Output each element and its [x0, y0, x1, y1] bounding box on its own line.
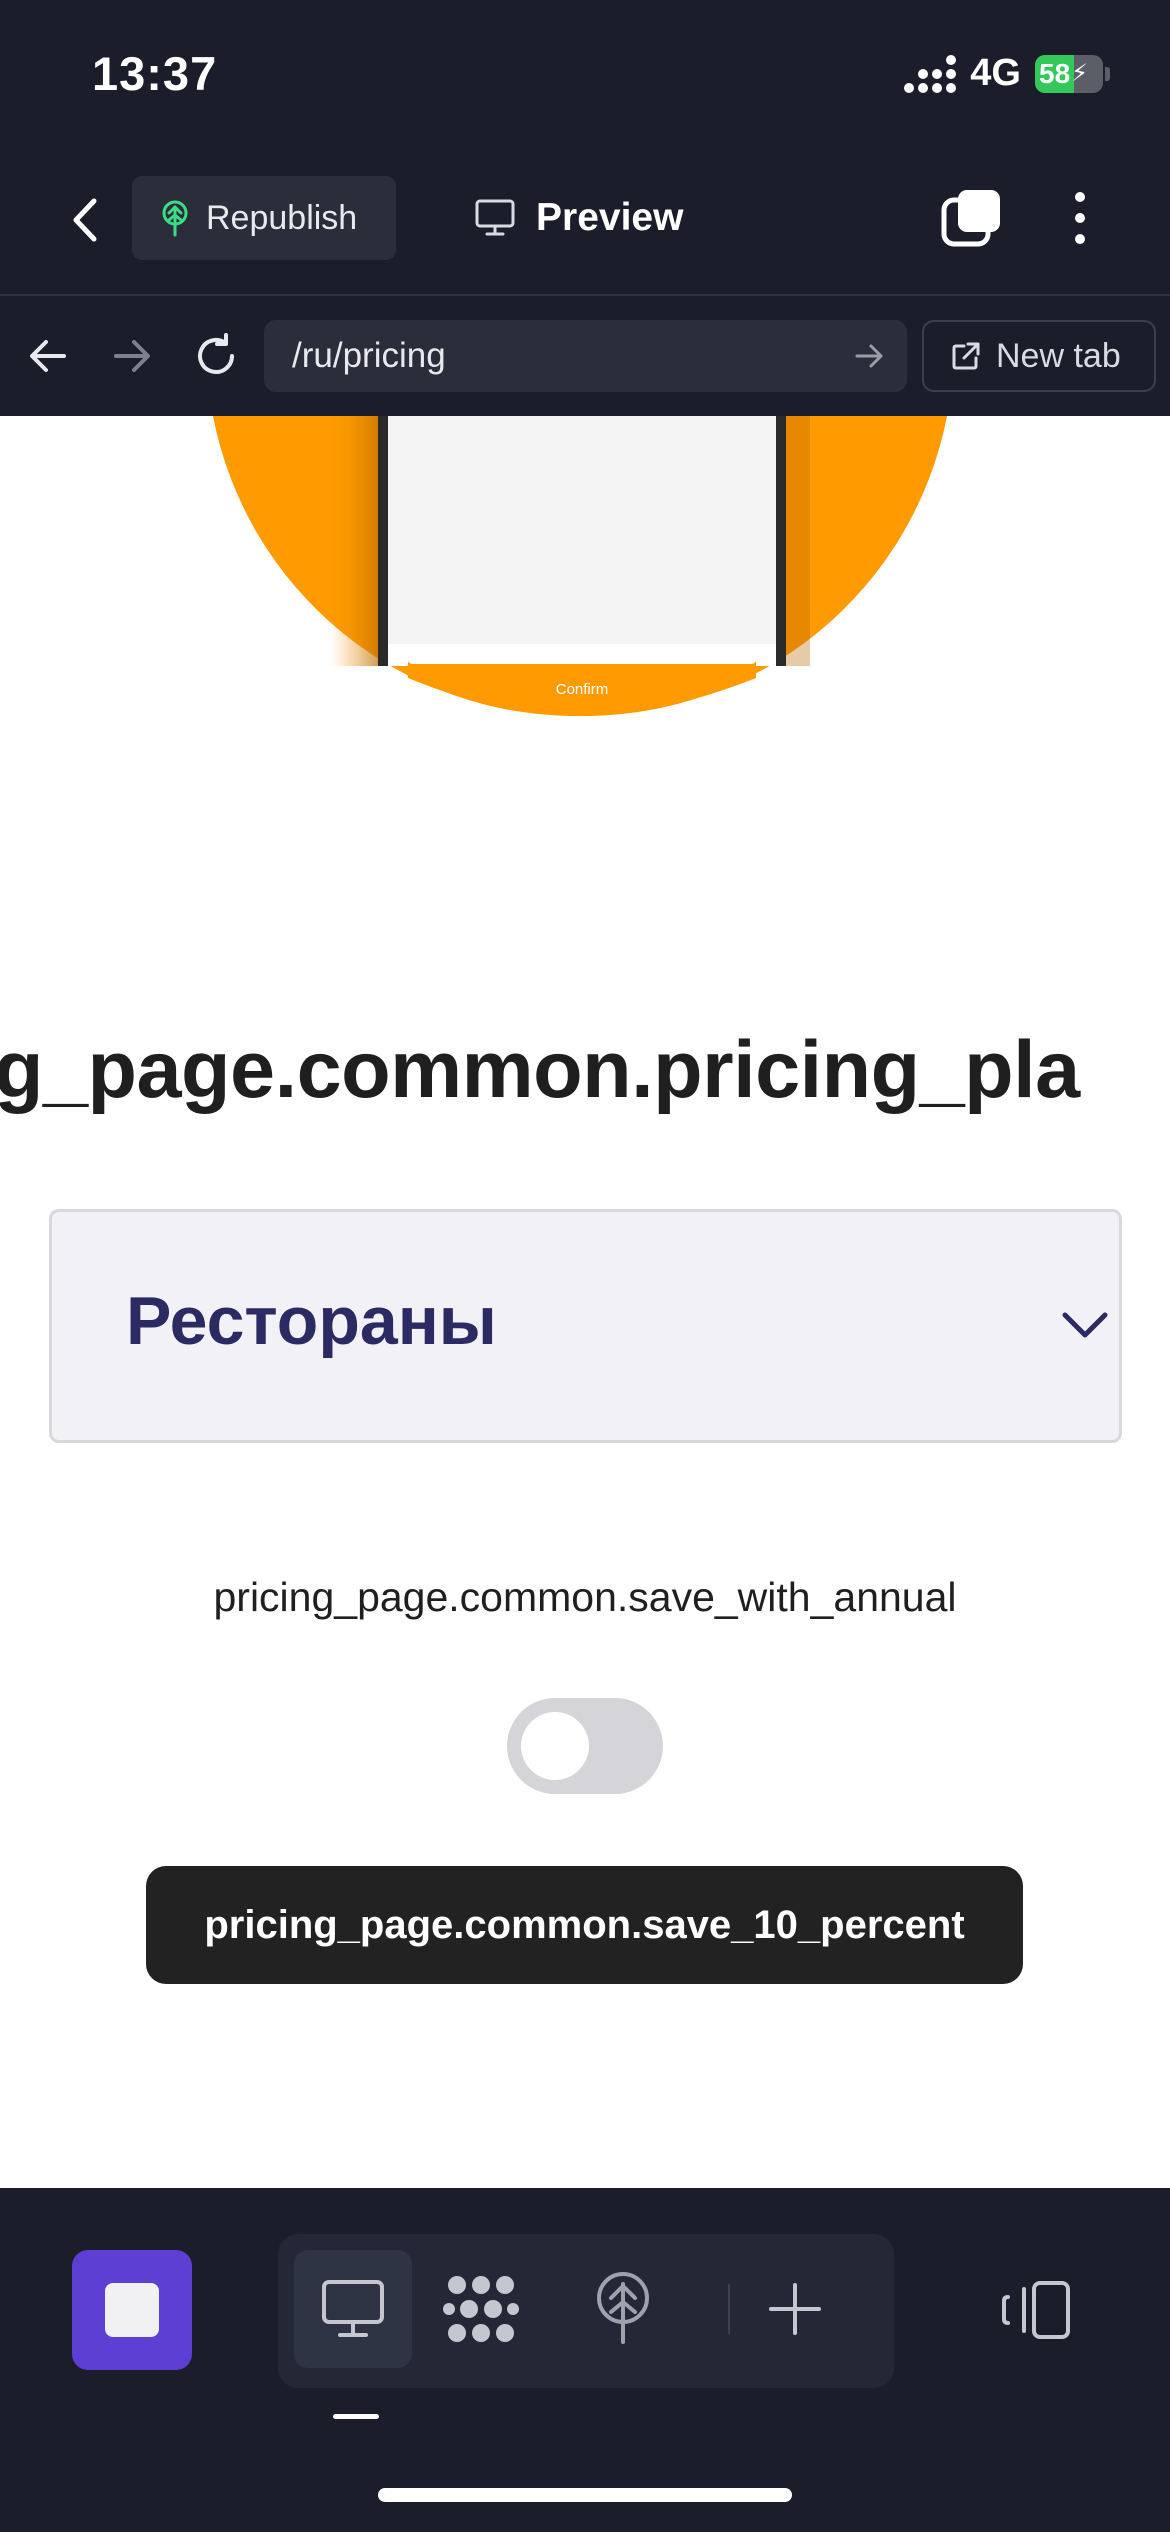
battery-percent: 58 [1039, 57, 1071, 89]
save-percent-badge: pricing_page.common.save_10_percent [146, 1866, 1023, 1984]
external-link-icon [952, 342, 980, 370]
preview-button[interactable]: Preview [474, 176, 683, 260]
bottom-toolbar [0, 2188, 1170, 2532]
category-dropdown[interactable]: Рестораны [49, 1209, 1122, 1443]
view-mode-group [278, 2234, 894, 2388]
url-text: /ru/pricing [292, 336, 446, 375]
annual-billing-label: pricing_page.common.save_with_annual [213, 1574, 957, 1620]
chevron-down-icon [1062, 1312, 1108, 1338]
hero-phone-illustration: Confirm [213, 416, 947, 716]
publish-icon [597, 2272, 649, 2344]
browser-forward-button[interactable] [102, 326, 162, 386]
republish-label: Republish [206, 198, 358, 237]
reload-button[interactable] [186, 326, 246, 386]
battery-icon: 58 ⚡ [1035, 54, 1103, 93]
address-bar: /ru/pricing New tab [0, 296, 1170, 416]
new-tab-label: New tab [996, 336, 1121, 375]
annual-billing-toggle[interactable] [507, 1698, 663, 1794]
network-type: 4G [970, 52, 1021, 94]
arrow-left-icon [30, 340, 66, 372]
pages-stack-icon [941, 190, 1000, 247]
status-bar: 13:37 4G 58 ⚡ [0, 0, 1170, 150]
back-button[interactable] [60, 190, 110, 250]
panel-toggle-button[interactable] [996, 2270, 1076, 2350]
pricing-heading: g_page.common.pricing_pla [0, 1025, 1080, 1115]
stop-button[interactable] [72, 2250, 192, 2370]
publish-tree-icon [162, 200, 188, 237]
panel-icon [1002, 2281, 1070, 2339]
desktop-icon [322, 2280, 384, 2337]
url-input[interactable]: /ru/pricing [264, 320, 907, 392]
status-indicators: 4G 58 ⚡ [904, 52, 1110, 95]
cellular-signal-icon [904, 54, 957, 93]
new-tab-button[interactable]: New tab [922, 320, 1156, 392]
browser-back-button[interactable] [18, 326, 78, 386]
page-preview: Confirm g_page.common.pricing_pla Рестор… [0, 416, 1170, 2188]
battery-cap [1105, 66, 1110, 81]
hero-confirm-label: Confirm [556, 681, 609, 698]
category-dropdown-value: Рестораны [126, 1283, 497, 1359]
arrow-right-icon [114, 340, 150, 372]
plus-icon [769, 2283, 821, 2335]
republish-button[interactable]: Republish [132, 176, 396, 260]
more-options-icon[interactable] [1060, 186, 1100, 250]
monitor-icon [475, 199, 515, 236]
toolbar-divider [728, 2284, 730, 2334]
go-arrow-icon[interactable] [849, 336, 889, 376]
toggle-knob [521, 1712, 589, 1780]
preview-label: Preview [536, 196, 684, 239]
active-mode-indicator [333, 2414, 379, 2419]
stop-icon [105, 2283, 159, 2337]
home-indicator[interactable] [378, 2488, 792, 2502]
reload-icon [198, 333, 234, 374]
publish-button[interactable] [564, 2250, 682, 2368]
components-button[interactable] [422, 2250, 540, 2368]
pages-button[interactable] [940, 186, 1004, 250]
desktop-view-button[interactable] [294, 2250, 412, 2368]
charging-bolt-icon: ⚡ [1071, 60, 1089, 87]
components-icon [443, 2276, 519, 2342]
status-time: 13:37 [92, 47, 218, 100]
add-button[interactable] [736, 2250, 854, 2368]
editor-toolbar: Republish Preview [0, 150, 1170, 296]
chevron-left-icon [73, 198, 97, 242]
